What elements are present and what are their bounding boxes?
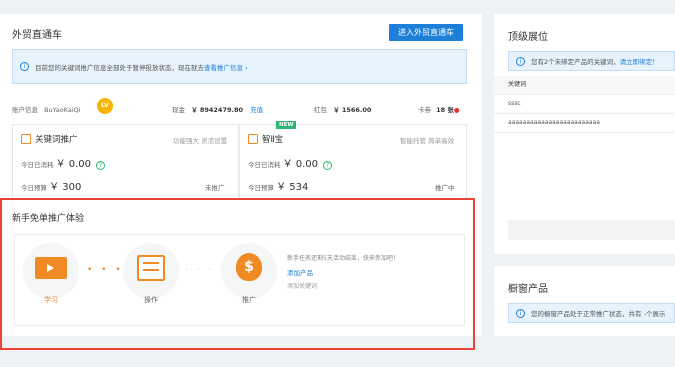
showcase-notice-text: 您的橱窗产品处于正常推广状态，共有 -个展示 (531, 310, 666, 318)
keyword-budget-value: ￥ 300 (49, 182, 82, 193)
enter-direct-train-button[interactable]: 进入外贸直通车 (389, 24, 463, 41)
keyword-spent: 今日已消耗 ￥ 0.00 ? (21, 155, 106, 170)
smart-budget-label: 今日预算 (248, 184, 274, 192)
smart-icon (248, 134, 258, 144)
keyword-promo-desc: 功能强大 灵活设置 (173, 137, 228, 145)
info-icon: i (516, 308, 525, 318)
smart-spent-label: 今日已消耗 (248, 161, 281, 169)
table-row[interactable]: aaaaaaaaaaaaaaaaaaaaaaaaa (494, 114, 675, 133)
new-badge: NEW (276, 121, 297, 129)
help-icon[interactable]: ? (323, 161, 333, 170)
account-info: 账户信息 BuYaoKaiQi (12, 104, 81, 114)
card-title: 外贸直通车 (12, 30, 62, 41)
account-label: 账户信息 (12, 106, 38, 114)
table-header: 关键词 (494, 76, 675, 95)
smart-status: 推广中 (435, 184, 455, 192)
bind-notice-text: 您有2个未绑定产品的关键词， (531, 58, 620, 66)
smart-promo-desc: 智能托管 简单高效 (400, 137, 455, 145)
smart-promo-panel: NEW 智Ⅱ宝 智能托管 简单高效 今日已消耗 ￥ 0.00 ? 今日预算 ￥ … (239, 121, 467, 200)
coupon-dot-icon: ● (453, 106, 460, 114)
info-icon: i (20, 62, 29, 71)
pause-notice: i 目前您的关键词推广信息全部处于暂停投放状态，现在就去 查看推广信息 › (12, 49, 467, 84)
showcase-title: 橱窗产品 (508, 284, 548, 295)
recharge-link[interactable]: 充值 (250, 106, 263, 114)
smart-spent-value: ￥ 0.00 (282, 159, 319, 170)
showcase-card: 橱窗产品 i 您的橱窗产品处于正常推广状态，共有 -个展示 (494, 266, 675, 336)
view-promo-link[interactable]: 查看推广信息 › (204, 62, 248, 72)
bind-notice: i 您有2个未绑定产品的关键词， 请立即绑定！ (508, 51, 675, 71)
keyword-promo-title[interactable]: 关键词推广 (21, 133, 78, 145)
smart-promo-label: 智Ⅱ宝 (262, 135, 284, 145)
notice-text: 目前您的关键词推广信息全部处于暂停投放状态，现在就去 (35, 63, 204, 72)
smart-budget: 今日预算 ￥ 534 (248, 178, 308, 193)
bind-now-link[interactable]: 请立即绑定！ (620, 56, 659, 66)
coupon-count[interactable]: 卡券 18 张● (418, 104, 460, 114)
credit-label: 红包 (314, 106, 327, 114)
keyword-promo-panel: 关键词推广 功能强大 灵活设置 今日已消耗 ￥ 0.00 ? 今日预算 ￥ 30… (12, 124, 239, 200)
footer-bar (508, 220, 675, 240)
cash-label: 现金 (172, 106, 185, 114)
table-row[interactable]: sssc (494, 95, 675, 114)
coupon-value: 18 张 (436, 106, 454, 114)
red-packet-balance: 红包 ￥ 1566.00 (314, 104, 371, 114)
credit-value: ￥ 1566.00 (333, 106, 372, 114)
top-booth-title: 顶级展位 (508, 32, 548, 43)
keyword-icon (21, 134, 31, 144)
info-icon: i (516, 56, 525, 66)
keyword-budget: 今日预算 ￥ 300 (21, 178, 81, 193)
cash-value: ￥ 8942479.80 (191, 106, 244, 114)
level-badge: LV (97, 98, 113, 114)
smart-budget-value: ￥ 534 (276, 182, 309, 193)
smart-promo-title[interactable]: 智Ⅱ宝 (248, 133, 283, 145)
top-booth-card: 顶级展位 i 您有2个未绑定产品的关键词， 请立即绑定！ 关键词 sssc aa… (494, 14, 675, 254)
account-name: BuYaoKaiQi (44, 106, 81, 114)
highlight-frame (0, 198, 475, 350)
keyword-status: 未推广 (205, 184, 225, 192)
smart-spent: 今日已消耗 ￥ 0.00 ? (248, 155, 333, 170)
keyword-promo-label: 关键词推广 (35, 135, 78, 145)
keyword-spent-label: 今日已消耗 (21, 161, 54, 169)
keyword-spent-value: ￥ 0.00 (55, 159, 92, 170)
coupon-label: 卡券 (418, 106, 431, 114)
cash-balance: 现金 ￥ 8942479.80 充值 (172, 104, 263, 114)
showcase-notice: i 您的橱窗产品处于正常推广状态，共有 -个展示 (508, 303, 675, 323)
help-icon[interactable]: ? (96, 161, 106, 170)
keyword-budget-label: 今日预算 (21, 184, 47, 192)
